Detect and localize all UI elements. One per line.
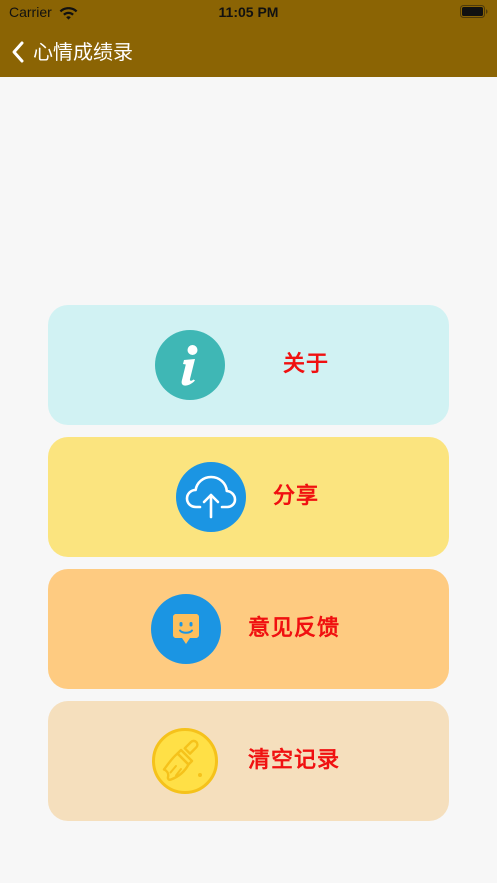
broom-icon: [152, 728, 218, 794]
app-header: Carrier 11:05 PM 心情成绩录: [0, 0, 497, 77]
feedback-label: 意见反馈: [248, 616, 341, 641]
back-button[interactable]: 心情成绩录: [9, 36, 133, 67]
clear-records-label: 清空记录: [248, 748, 341, 773]
share-label: 分享: [273, 484, 320, 509]
clear-records-button[interactable]: 清空记录: [48, 701, 449, 821]
feedback-button[interactable]: 意见反馈: [48, 569, 449, 689]
share-button[interactable]: 分享: [48, 437, 449, 557]
navigation-bar: 心情成绩录: [0, 26, 497, 77]
battery-icon: [460, 5, 488, 18]
about-button[interactable]: 关于: [48, 305, 449, 425]
chat-smile-icon: [151, 594, 221, 664]
clock-label: 11:05 PM: [218, 4, 279, 20]
menu-list: 关于 分享 意见反馈 清空记录: [48, 305, 449, 833]
info-icon: [155, 330, 225, 400]
cloud-upload-icon: [176, 462, 246, 532]
page-title: 心情成绩录: [33, 39, 133, 64]
chevron-left-icon: [12, 41, 24, 62]
about-label: 关于: [283, 352, 330, 377]
status-bar: Carrier 11:05 PM: [0, 0, 497, 26]
